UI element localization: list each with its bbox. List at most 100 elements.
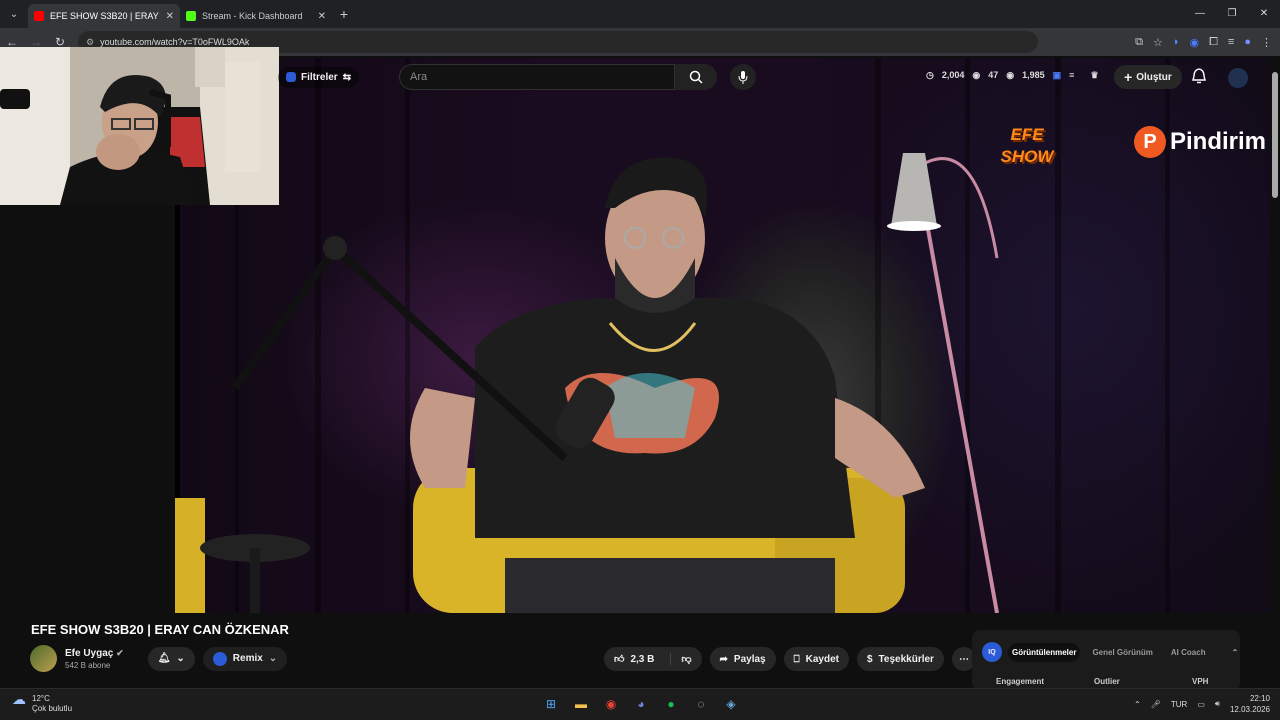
spotify-icon[interactable]: ● — [662, 695, 680, 713]
subscriber-count: 542 B abone — [65, 660, 111, 670]
thanks-icon: $ — [866, 653, 873, 665]
weather-widget[interactable]: ☁ 12°C Çok bulutlu — [12, 692, 73, 714]
tab-search-button[interactable]: ⌄ — [0, 0, 28, 28]
close-tab-icon[interactable]: ✕ — [318, 11, 326, 22]
bell-icon — [1192, 68, 1206, 84]
chevron-up-icon[interactable]: ⌃ — [1134, 700, 1141, 709]
video-frame — [175, 58, 1170, 613]
bell-icon: 🔔︎ — [157, 653, 171, 664]
extension-icon[interactable]: ◗ — [1173, 36, 1180, 49]
microphone-icon — [738, 71, 748, 84]
profile-icon[interactable]: ● — [1244, 36, 1251, 49]
sponsor-logo: P Pindirim — [1134, 126, 1266, 158]
create-button[interactable]: + Oluştur — [1114, 65, 1182, 89]
display-icon[interactable]: ▭ — [1197, 700, 1205, 709]
iq-icon — [212, 651, 227, 666]
col-vph: VPH — [1192, 677, 1209, 686]
remix-button[interactable]: Remix ⌄ — [202, 646, 288, 671]
col-engagement: Engagement — [996, 677, 1045, 686]
temperature: 12°C — [32, 694, 50, 703]
chevron-down-icon: ⌄ — [268, 653, 278, 664]
bookmark-icon: ⎕ — [793, 653, 800, 665]
weather-desc: Çok bulutlu — [32, 704, 73, 713]
start-icon[interactable]: ⊞ — [542, 695, 560, 713]
logo-line-2: SHOW — [1000, 147, 1054, 166]
channel-name[interactable]: Efe Uygaç ✔ — [65, 648, 124, 659]
install-icon[interactable]: ⧉ — [1135, 36, 1143, 49]
volume-icon[interactable]: 🔊︎ — [1215, 699, 1220, 709]
bookmark-star-icon[interactable]: ☆ — [1153, 36, 1163, 49]
like-dislike-group: 👍︎ 2,3 B 👎︎ — [604, 647, 702, 671]
thumbs-up-icon: 👍︎ — [614, 654, 625, 665]
iq-tab-views[interactable]: Görüntülenmeler — [1008, 642, 1081, 662]
col-outlier: Outlier — [1094, 677, 1120, 686]
steam-icon[interactable]: ◈ — [722, 695, 740, 713]
restore-icon[interactable]: ❐ — [1216, 0, 1248, 28]
share-label: Paylaş — [733, 653, 766, 665]
like-button[interactable]: 👍︎ 2,3 B — [604, 653, 664, 666]
sliders-icon: ⇆ — [342, 71, 352, 83]
site-info-icon[interactable]: ⚙ — [86, 37, 94, 48]
page-scrollbar[interactable] — [1270, 58, 1280, 688]
extensions-area: ⧉ ☆ ◗ ◉ ⧠ ≡ ● ⋮ — [1135, 36, 1272, 49]
taskbar-apps: ⊞ ▬ ◉ ◕ ● ◌ ◈ — [542, 695, 740, 713]
user-avatar[interactable] — [1228, 68, 1248, 88]
eye-icon: ◉ — [972, 70, 981, 80]
search-input[interactable]: Ara — [399, 64, 675, 90]
list-icon[interactable]: ≡ — [1069, 70, 1074, 81]
iq-stats: ◷ 2,004 ◉ 47 ◉ 1,985 ▣ ≡ ♛ — [926, 70, 1099, 81]
reading-list-icon[interactable]: ≡ — [1228, 36, 1234, 49]
video-actions: 👍︎ 2,3 B 👎︎ ➦ Paylaş ⎕ Kaydet $ Teşekkürler … — [604, 647, 976, 671]
iq-tab-ai-coach[interactable]: AI Coach — [1165, 643, 1212, 662]
iq-icon[interactable]: ▣ — [1053, 70, 1062, 81]
pindirim-p-icon: P — [1134, 126, 1166, 158]
extension-icon[interactable]: ◉ — [1190, 36, 1200, 49]
language-indicator[interactable]: TUR — [1171, 700, 1187, 709]
efe-show-logo: EFE SHOW — [990, 124, 1064, 174]
file-explorer-icon[interactable]: ▬ — [572, 695, 590, 713]
video-title: EFE SHOW S3B20 | ERAY CAN ÖZKENAR — [31, 622, 289, 637]
chevron-up-icon[interactable]: ⌃ — [1232, 648, 1239, 657]
share-button[interactable]: ➦ Paylaş — [709, 647, 776, 671]
discord-icon[interactable]: ◕ — [632, 695, 650, 713]
close-window-icon[interactable]: ✕ — [1248, 0, 1280, 28]
webcam-frame — [0, 47, 279, 205]
channel-row: Efe Uygaç ✔ 542 B abone 🔔︎ ⌄ Remix ⌄ — [30, 645, 288, 672]
sponsor-name: Pindirim — [1170, 128, 1267, 155]
subscription-bell-button[interactable]: 🔔︎ ⌄ — [147, 646, 195, 671]
microphone-icon[interactable]: 🎤︎ — [1151, 700, 1161, 709]
app-icon[interactable]: ◌ — [692, 695, 710, 713]
notifications-button[interactable] — [1192, 68, 1206, 89]
date: 12.03.2026 — [1229, 705, 1270, 714]
browser-tab-bar: ⌄ EFE SHOW S3B20 | ERAY CAN Ö ✕ Stream -… — [0, 0, 1280, 28]
filters-label: Filtreler — [301, 71, 338, 83]
clock[interactable]: 22:10 12.03.2026 — [1230, 693, 1270, 715]
clock-icon: ◷ — [926, 70, 934, 80]
system-tray: ⌃ 🎤︎ TUR ▭ 🔊︎ 22:10 12.03.2026 — [1134, 693, 1270, 715]
tab-youtube[interactable]: EFE SHOW S3B20 | ERAY CAN Ö ✕ — [28, 4, 180, 28]
chevron-down-icon: ⌄ — [176, 653, 185, 664]
voice-search-button[interactable] — [730, 64, 756, 90]
tab-kick[interactable]: Stream - Kick Dashboard ✕ — [180, 4, 332, 28]
search-button[interactable] — [675, 64, 717, 90]
new-tab-button[interactable]: + — [332, 6, 356, 22]
filters-button[interactable]: Filtreler ⇆ — [278, 66, 360, 88]
logo-line-1: EFE — [1010, 125, 1044, 144]
scrollbar-thumb[interactable] — [1272, 72, 1278, 198]
iq-tab-overview[interactable]: Genel Görünüm — [1086, 643, 1158, 662]
menu-icon[interactable]: ⋮ — [1261, 36, 1272, 49]
trophy-icon[interactable]: ♛ — [1090, 70, 1098, 81]
thanks-button[interactable]: $ Teşekkürler — [856, 647, 944, 671]
dislike-button[interactable]: 👎︎ — [670, 653, 701, 665]
plus-icon: + — [1124, 69, 1133, 85]
save-button[interactable]: ⎕ Kaydet — [783, 647, 849, 671]
close-tab-icon[interactable]: ✕ — [166, 11, 174, 22]
puzzle-icon[interactable]: ⧠ — [1209, 36, 1218, 49]
search-icon — [689, 70, 703, 84]
chrome-icon[interactable]: ◉ — [602, 695, 620, 713]
channel-avatar[interactable] — [30, 645, 57, 672]
minimize-icon[interactable]: — — [1184, 0, 1216, 28]
like-count: 2,3 B — [630, 653, 655, 665]
video-player[interactable] — [175, 58, 1270, 613]
thumbs-down-icon: 👎︎ — [681, 654, 692, 665]
